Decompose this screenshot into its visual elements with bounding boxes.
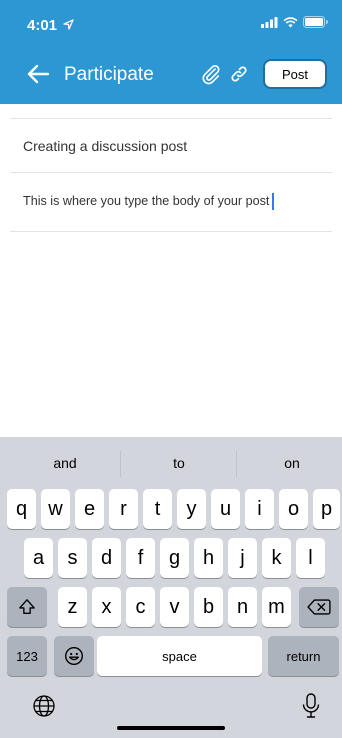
key-c[interactable]: c [126, 587, 155, 627]
status-bar: 4:01 [0, 0, 342, 50]
top-divider [10, 118, 332, 119]
key-o[interactable]: o [279, 489, 308, 529]
key-b[interactable]: b [194, 587, 223, 627]
back-arrow-icon[interactable] [24, 60, 52, 88]
app-header: 4:01 Participate Post [0, 0, 342, 104]
key-q[interactable]: q [7, 489, 36, 529]
key-k[interactable]: k [262, 538, 291, 578]
key-v[interactable]: v [160, 587, 189, 627]
paperclip-icon[interactable] [200, 63, 222, 85]
body-text: This is where you type the body of your … [23, 193, 270, 208]
status-time: 4:01 [27, 17, 74, 34]
key-e[interactable]: e [75, 489, 104, 529]
app-bar: Participate Post [0, 52, 342, 96]
key-j[interactable]: j [228, 538, 257, 578]
key-a[interactable]: a [24, 538, 53, 578]
home-indicator [117, 726, 225, 730]
globe-icon[interactable] [32, 694, 56, 718]
key-l[interactable]: l [296, 538, 325, 578]
suggestion-bar: and to on [0, 437, 342, 489]
keyboard: and to on q w e r t y u i o p a s d f g … [0, 437, 342, 738]
key-d[interactable]: d [92, 538, 121, 578]
key-s[interactable]: s [58, 538, 87, 578]
location-arrow-icon [63, 19, 74, 30]
key-m[interactable]: m [262, 587, 291, 627]
space-key[interactable]: space [97, 636, 262, 676]
text-cursor [272, 193, 275, 210]
page-title: Participate [64, 64, 154, 85]
post-button[interactable]: Post [263, 59, 327, 89]
suggestion-2[interactable]: to [129, 455, 229, 471]
suggestion-separator [236, 451, 237, 477]
signal-icon [261, 16, 278, 28]
subject-field[interactable]: Creating a discussion post [23, 138, 187, 154]
key-i[interactable]: i [245, 489, 274, 529]
subject-divider [10, 172, 332, 173]
time-text: 4:01 [27, 17, 58, 34]
backspace-icon [307, 599, 331, 615]
key-w[interactable]: w [41, 489, 70, 529]
key-f[interactable]: f [126, 538, 155, 578]
microphone-icon[interactable] [299, 692, 323, 720]
key-z[interactable]: z [58, 587, 87, 627]
body-divider [10, 231, 332, 232]
suggestion-3[interactable]: on [242, 455, 342, 471]
battery-icon [303, 16, 328, 28]
key-x[interactable]: x [92, 587, 121, 627]
key-t[interactable]: t [143, 489, 172, 529]
status-icons [261, 16, 328, 28]
key-p[interactable]: p [313, 489, 340, 529]
backspace-key[interactable] [299, 587, 339, 627]
return-key[interactable]: return [268, 636, 339, 676]
key-u[interactable]: u [211, 489, 240, 529]
shift-key[interactable] [7, 587, 47, 627]
suggestion-separator [120, 451, 121, 477]
suggestion-1[interactable]: and [15, 455, 115, 471]
emoji-key[interactable] [54, 636, 94, 676]
key-g[interactable]: g [160, 538, 189, 578]
key-y[interactable]: y [177, 489, 206, 529]
numbers-key[interactable]: 123 [7, 636, 47, 676]
key-r[interactable]: r [109, 489, 138, 529]
key-n[interactable]: n [228, 587, 257, 627]
shift-icon [19, 599, 35, 614]
body-field[interactable]: This is where you type the body of your … [23, 193, 275, 210]
link-icon[interactable] [228, 63, 250, 85]
key-h[interactable]: h [194, 538, 223, 578]
emoji-icon [64, 646, 84, 666]
wifi-icon [283, 16, 298, 28]
